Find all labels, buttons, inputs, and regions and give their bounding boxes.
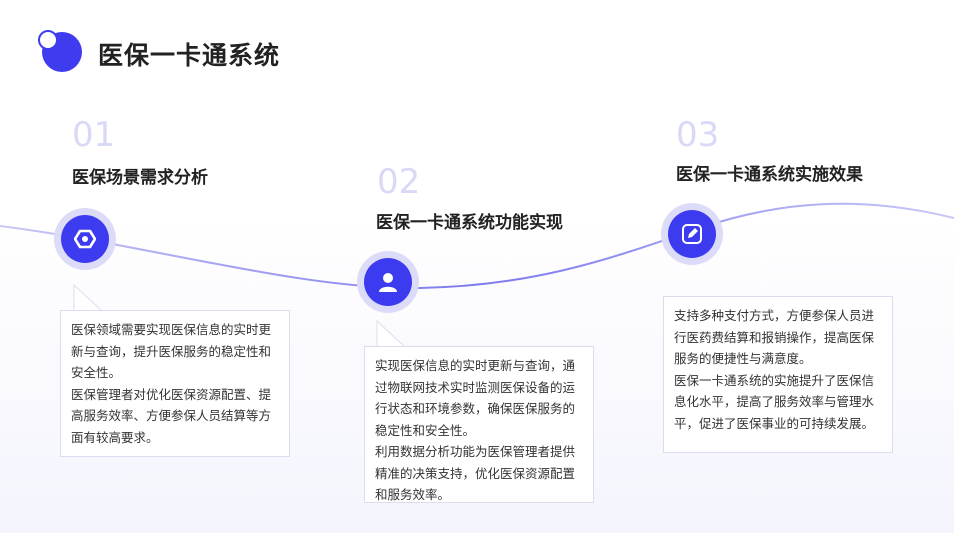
step-3-node: [661, 203, 723, 265]
step-1-node: [54, 208, 116, 270]
step-2-node: [357, 251, 419, 313]
step-1-paragraph-2: 医保管理者对优化医保资源配置、提高服务效率、方便参保人员结算等方面有较高要求。: [71, 386, 272, 445]
user-icon: [379, 273, 397, 292]
step-1-card-pointer: [73, 284, 104, 312]
step-2-card: 实现医保信息的实时更新与查询，通过物联网技术实时监测医保设备的运行状态和环境参数…: [364, 346, 594, 503]
step-3-title: 医保一卡通系统实施效果: [676, 165, 863, 185]
step-3-card: 支持多种支付方式，方便参保人员进行医药费结算和报销操作，提高医保服务的便捷性与满…: [663, 296, 893, 453]
step-3-number: 03: [676, 115, 720, 155]
step-2-number: 02: [377, 162, 421, 202]
step-1-title: 医保场景需求分析: [72, 168, 208, 188]
step-2-title: 医保一卡通系统功能实现: [376, 213, 563, 233]
step-2-paragraph-1: 实现医保信息的实时更新与查询，通过物联网技术实时监测医保设备的运行状态和环境参数…: [375, 358, 576, 438]
hexagon-nut-icon: [74, 229, 96, 249]
step-3-paragraph-2: 医保一卡通系统的实施提升了医保信息化水平，提高了服务效率与管理水平，促进了医保事…: [674, 372, 875, 431]
step-1-paragraph-1: 医保领域需要实现医保信息的实时更新与查询，提升医保服务的稳定性和安全性。: [71, 322, 272, 380]
step-1-card: 医保领域需要实现医保信息的实时更新与查询，提升医保服务的稳定性和安全性。 医保管…: [60, 310, 290, 457]
step-3-paragraph-1: 支持多种支付方式，方便参保人员进行医药费结算和报销操作，提高医保服务的便捷性与满…: [674, 308, 875, 366]
step-2-paragraph-2: 利用数据分析功能为医保管理者提供精准的决策支持，优化医保资源配置和服务效率。: [375, 444, 576, 502]
step-2-card-pointer: [376, 320, 407, 348]
edit-icon: [682, 224, 702, 244]
step-1-number: 01: [72, 115, 116, 155]
